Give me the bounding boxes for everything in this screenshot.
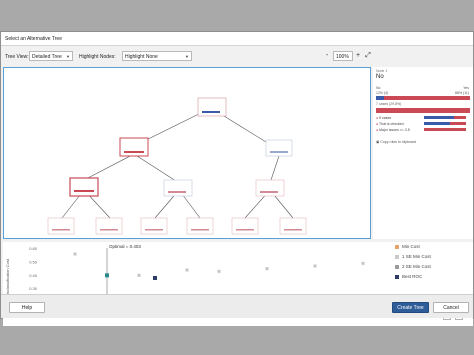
tree-node-leaf-1[interactable] bbox=[47, 217, 75, 235]
clipboard-icon: ▣ bbox=[376, 140, 380, 144]
stat-left-label: No bbox=[376, 86, 381, 90]
node-label: Node 1 bbox=[376, 69, 388, 73]
tree-node-2[interactable] bbox=[119, 137, 149, 157]
stat-right-value: 88% (11) bbox=[455, 91, 469, 95]
tree-node-leaf-2[interactable] bbox=[95, 217, 123, 235]
tree-diagram-panel bbox=[3, 67, 371, 239]
stat-right-label: Yes bbox=[463, 86, 469, 90]
scatter-point-special[interactable] bbox=[105, 273, 109, 278]
tree-node-leaf-3[interactable] bbox=[140, 217, 168, 235]
zoom-out-button[interactable]: - bbox=[322, 51, 332, 61]
scatter-point[interactable] bbox=[73, 252, 77, 256]
alternative-tree-dialog: Select an Alternative Tree Tree View: De… bbox=[0, 31, 474, 326]
tree-node-leaf-5[interactable] bbox=[231, 217, 259, 235]
tree-node-3[interactable] bbox=[265, 139, 293, 157]
class-distribution-bar bbox=[376, 96, 470, 100]
scatter-point[interactable] bbox=[361, 261, 365, 265]
cases-text: 7 cases (29.8%) bbox=[376, 102, 402, 106]
create-tree-button[interactable]: Create Tree bbox=[392, 302, 429, 313]
scatter-point[interactable] bbox=[265, 267, 269, 271]
tree-diagram bbox=[47, 97, 307, 235]
stat-left-value: 12% (4) bbox=[376, 91, 389, 95]
node-value: No bbox=[376, 74, 384, 80]
y-tick-label: 0.50 bbox=[29, 260, 38, 265]
copy-rules-label: Copy rules to clipboard bbox=[380, 140, 417, 144]
tree-node-4[interactable] bbox=[69, 177, 99, 197]
copy-rules-link[interactable]: ▣ Copy rules to clipboard bbox=[376, 140, 416, 144]
scatter-point[interactable] bbox=[217, 269, 221, 273]
zoom-level[interactable]: 100% bbox=[333, 51, 353, 61]
chevron-down-icon: ▼ bbox=[185, 54, 189, 59]
legend-item: 1 SE Min Cost bbox=[395, 254, 431, 259]
tree-node-5[interactable] bbox=[163, 179, 193, 197]
dialog-footer: Help Create Tree Cancel bbox=[1, 294, 473, 318]
highlight-bar bbox=[376, 108, 470, 113]
cancel-button[interactable]: Cancel bbox=[433, 302, 469, 313]
tree-node-6[interactable] bbox=[255, 179, 285, 197]
tree-node-root[interactable] bbox=[197, 97, 227, 117]
scatter-point-special[interactable] bbox=[153, 276, 157, 280]
toolbar: Tree View: Detailed Tree ▼ Highlight Nod… bbox=[1, 48, 473, 64]
rule-list: ● If cases ● That is checked ● Major iss… bbox=[376, 116, 470, 136]
optimal-label: Optimal = 0.403 bbox=[109, 244, 141, 249]
tree-view-value: Detailed Tree bbox=[32, 54, 62, 60]
legend-item: Min Cost bbox=[395, 244, 420, 249]
tree-view-label: Tree View: bbox=[5, 54, 29, 60]
y-tick-label: 0.60 bbox=[29, 246, 38, 251]
rule-1: If cases bbox=[379, 116, 392, 120]
tree-node-leaf-6[interactable] bbox=[279, 217, 307, 235]
tree-view-select[interactable]: Detailed Tree ▼ bbox=[29, 51, 73, 61]
rule-3: Major issues <= 3.5 bbox=[379, 128, 410, 132]
tree-node-leaf-4[interactable] bbox=[186, 217, 214, 235]
node-details-panel: Node 1 No No Yes 12% (4) 88% (11) 7 case… bbox=[373, 67, 473, 239]
highlight-value: Highlight None bbox=[125, 54, 158, 60]
highlight-select[interactable]: Highlight None ▼ bbox=[122, 51, 192, 61]
y-tick-label: 0.30 bbox=[29, 286, 38, 291]
zoom-in-button[interactable]: + bbox=[353, 51, 363, 61]
scatter-point[interactable] bbox=[185, 268, 189, 272]
legend-item: 2 SE Min Cost bbox=[395, 264, 431, 269]
highlight-label: Highlight Nodes: bbox=[79, 54, 116, 60]
scatter-points bbox=[73, 252, 365, 280]
legend-item: Best ROC bbox=[395, 274, 422, 279]
dialog-title: Select an Alternative Tree bbox=[1, 32, 473, 46]
chevron-down-icon: ▼ bbox=[66, 54, 70, 59]
fit-tree-icon[interactable]: ⤢ bbox=[363, 51, 373, 61]
scatter-point[interactable] bbox=[313, 264, 317, 268]
help-button[interactable]: Help bbox=[9, 302, 45, 313]
rule-2: That is checked bbox=[379, 122, 404, 126]
y-tick-label: 0.40 bbox=[29, 273, 38, 278]
scatter-point[interactable] bbox=[137, 273, 141, 277]
